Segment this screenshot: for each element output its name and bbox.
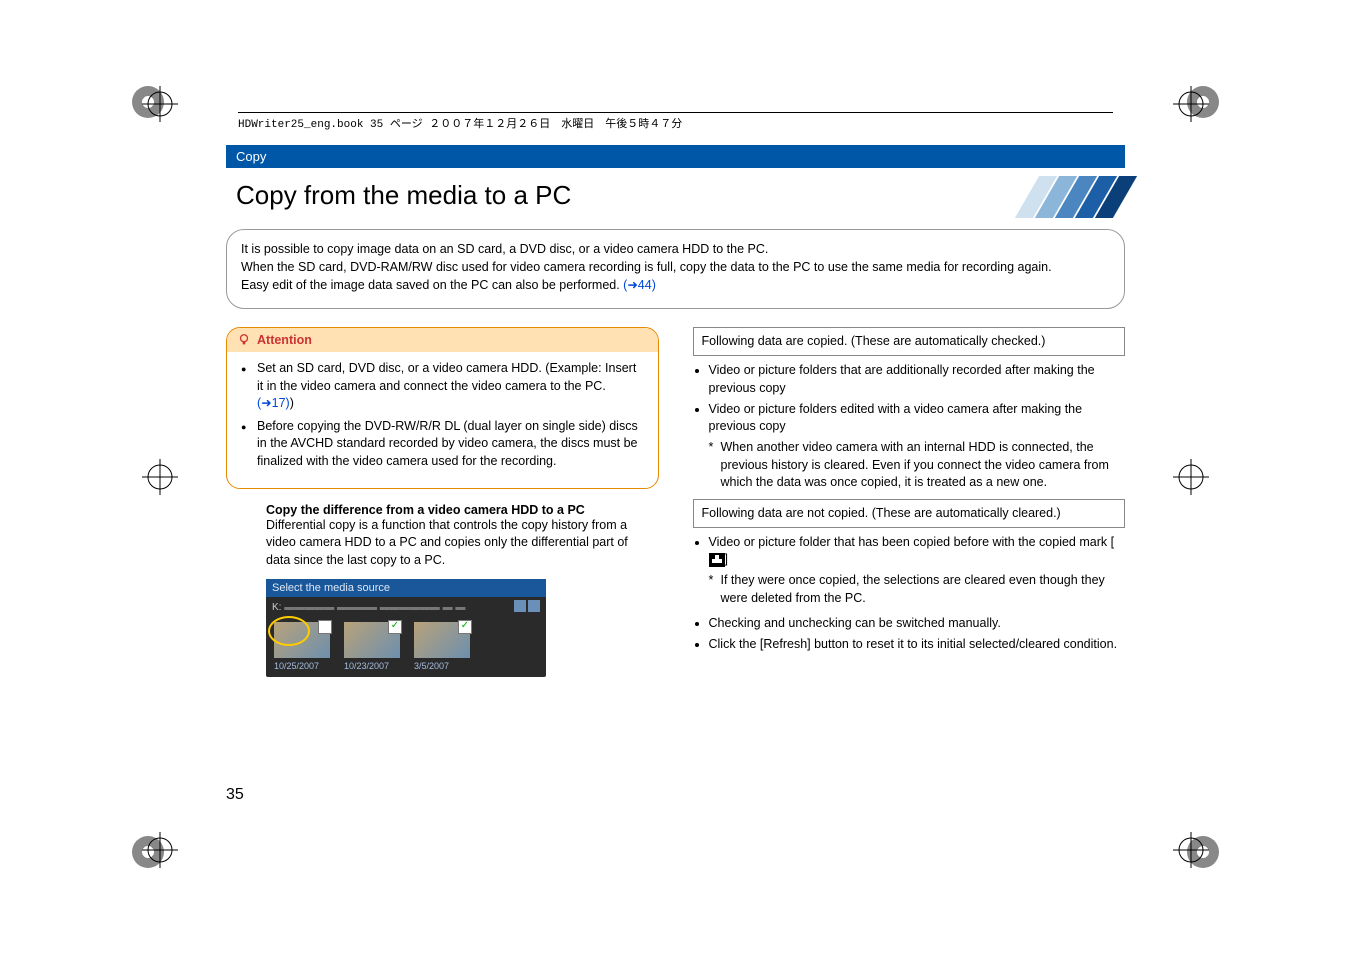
section-tag: Copy [226,145,1125,168]
registration-mark [142,832,178,868]
info-box: Following data are copied. (These are au… [693,327,1126,356]
intro-line: Easy edit of the image data saved on the… [241,276,1110,294]
bulb-icon [237,333,251,347]
intro-line: It is possible to copy image data on an … [241,240,1110,258]
attention-bullet: Before copying the DVD-RW/R/R DL (dual l… [253,418,646,470]
list-item: Checking and unchecking can be switched … [709,615,1126,632]
info-box: Following data are not copied. (These ar… [693,499,1126,528]
highlight-circle-icon [268,616,310,646]
section-body: Differential copy is a function that con… [266,517,639,570]
registration-mark [142,459,178,495]
checkbox-icon: ✓ [388,620,402,634]
source-header: HDWriter25_eng.book 35 ページ ２００７年１２月２６日 水… [238,112,1113,131]
figure-title: Select the media source [266,579,546,597]
title-decoration [1027,176,1125,218]
list-item: Video or picture folder that has been co… [709,534,1126,569]
media-source-figure: Select the media source K: ▬▬▬▬▬ ▬▬▬▬ ▬▬… [266,579,546,677]
page-title: Copy from the media to a PC [226,174,581,219]
list-item: Click the [Refresh] button to reset it t… [709,636,1126,653]
list-item: Video or picture folders edited with a v… [709,401,1126,436]
drive-selector: K: ▬▬▬▬▬ ▬▬▬▬ ▬▬▬▬▬▬ ▬ ▬ [266,597,546,618]
registration-mark [1173,86,1209,122]
footnote: When another video camera with an intern… [693,439,1126,491]
copied-mark-icon [709,553,725,567]
page-number: 35 [226,786,244,804]
crossref-link[interactable]: (➜44) [623,278,656,292]
intro-box: It is possible to copy image data on an … [226,229,1125,309]
thumbnail-date: 10/23/2007 [344,661,400,671]
attention-bullet: Set an SD card, DVD disc, or a video cam… [253,360,646,412]
footnote: If they were once copied, the selections… [693,572,1126,607]
section-heading: Copy the difference from a video camera … [266,503,649,517]
drive-icons [512,600,540,615]
media-thumbnail: ✓ 10/23/2007 [344,622,400,671]
attention-heading: Attention [227,328,658,352]
registration-mark [142,86,178,122]
media-thumbnail: 10/25/2007 [274,622,330,671]
thumbnail-date: 3/5/2007 [414,661,470,671]
registration-mark [1173,832,1209,868]
checkbox-icon: ✓ [458,620,472,634]
checkbox-icon [318,620,332,634]
list-item: Video or picture folders that are additi… [709,362,1126,397]
intro-line: When the SD card, DVD-RAM/RW disc used f… [241,258,1110,276]
media-thumbnail: ✓ 3/5/2007 [414,622,470,671]
thumbnail-date: 10/25/2007 [274,661,330,671]
crossref-link[interactable]: (➜17) [257,396,290,410]
attention-box: Attention Set an SD card, DVD disc, or a… [226,327,659,489]
registration-mark [1173,459,1209,495]
